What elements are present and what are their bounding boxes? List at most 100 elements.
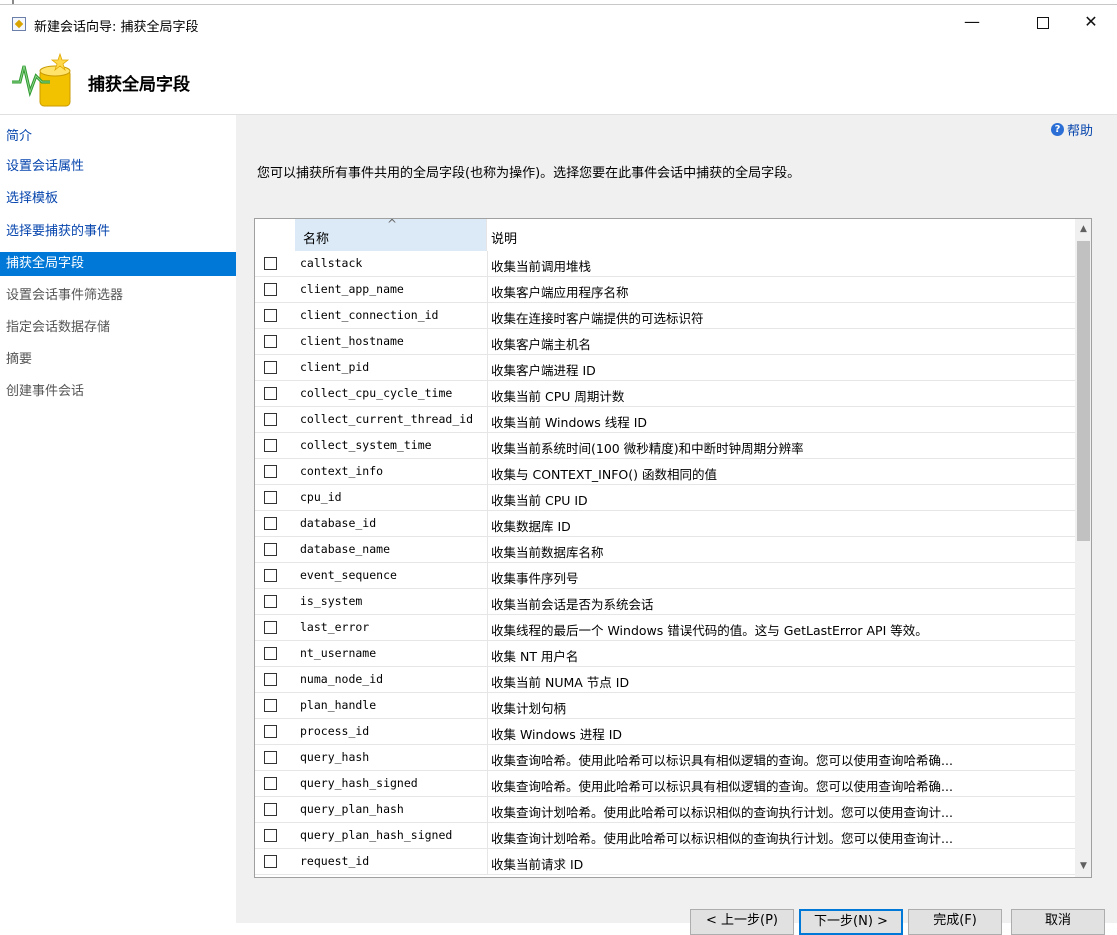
finish-button[interactable]: 完成(F)	[908, 909, 1002, 935]
column-header-name-label: 名称	[303, 232, 330, 247]
table-row[interactable]: client_app_name 收集客户端应用程序名称	[255, 277, 1075, 303]
column-header-name[interactable]: 名称 ^	[295, 219, 487, 251]
row-checkbox[interactable]	[264, 699, 277, 712]
column-divider	[487, 433, 488, 458]
column-divider	[487, 303, 488, 328]
field-description: 收集客户端进程 ID	[491, 363, 596, 378]
nav-item-select-template[interactable]: 选择模板	[0, 187, 236, 211]
field-description: 收集当前 NUMA 节点 ID	[491, 675, 630, 690]
table-row[interactable]: database_id 收集数据库 ID	[255, 511, 1075, 537]
field-description: 收集当前 CPU 周期计数	[491, 389, 625, 404]
row-checkbox[interactable]	[264, 647, 277, 660]
help-label: 帮助	[1066, 124, 1093, 139]
nav-item-intro[interactable]: 简介	[0, 125, 236, 149]
maximize-button[interactable]	[1020, 5, 1066, 39]
row-checkbox[interactable]	[264, 725, 277, 738]
table-row[interactable]: plan_handle 收集计划句柄	[255, 693, 1075, 719]
column-divider	[487, 849, 488, 874]
field-name: last_error	[300, 620, 370, 634]
row-checkbox[interactable]	[264, 829, 277, 842]
row-checkbox[interactable]	[264, 751, 277, 764]
table-row[interactable]: callstack 收集当前调用堆栈	[255, 251, 1075, 277]
row-checkbox[interactable]	[264, 569, 277, 582]
table-row[interactable]: nt_username 收集 NT 用户名	[255, 641, 1075, 667]
column-divider	[487, 589, 488, 614]
row-checkbox[interactable]	[264, 855, 277, 868]
top-edge-stub	[12, 0, 14, 4]
row-checkbox[interactable]	[264, 465, 277, 478]
row-checkbox[interactable]	[264, 257, 277, 270]
table-row[interactable]: client_hostname 收集客户端主机名	[255, 329, 1075, 355]
column-divider	[487, 641, 488, 666]
nav-item-select-events[interactable]: 选择要捕获的事件	[0, 220, 236, 244]
table-row[interactable]: event_sequence 收集事件序列号	[255, 563, 1075, 589]
nav-item-summary: 摘要	[6, 352, 33, 367]
minimize-icon: —	[964, 12, 980, 31]
vertical-scrollbar[interactable]: ▲ ▼	[1075, 219, 1091, 877]
row-checkbox[interactable]	[264, 335, 277, 348]
row-checkbox[interactable]	[264, 439, 277, 452]
row-checkbox[interactable]	[264, 309, 277, 322]
column-divider	[487, 797, 488, 822]
field-name: plan_handle	[300, 698, 377, 712]
minimize-button[interactable]: —	[949, 5, 995, 39]
column-divider	[487, 251, 488, 276]
row-checkbox[interactable]	[264, 413, 277, 426]
field-description: 收集 NT 用户名	[491, 649, 579, 664]
row-checkbox[interactable]	[264, 621, 277, 634]
table-row[interactable]: collect_system_time 收集当前系统时间(100 微秒精度)和中断…	[255, 433, 1075, 459]
table-row[interactable]: client_pid 收集客户端进程 ID	[255, 355, 1075, 381]
table-row[interactable]: query_plan_hash_signed 收集查询计划哈希。使用此哈希可以标识…	[255, 823, 1075, 849]
column-divider	[487, 693, 488, 718]
field-name: collect_current_thread_id	[300, 412, 474, 426]
field-description: 收集客户端应用程序名称	[491, 285, 629, 300]
nav-item-session-properties[interactable]: 设置会话属性	[0, 155, 236, 179]
page-description: 您可以捕获所有事件共用的全局字段(也称为操作)。选择您要在此事件会话中捕获的全局…	[257, 166, 801, 181]
row-checkbox[interactable]	[264, 543, 277, 556]
nav-item-capture-global-fields[interactable]: 捕获全局字段	[0, 252, 236, 276]
row-checkbox[interactable]	[264, 491, 277, 504]
column-divider	[487, 355, 488, 380]
table-row[interactable]: numa_node_id 收集当前 NUMA 节点 ID	[255, 667, 1075, 693]
field-description: 收集 Windows 进程 ID	[491, 727, 623, 742]
table-row[interactable]: collect_current_thread_id 收集当前 Windows 线程…	[255, 407, 1075, 433]
row-checkbox[interactable]	[264, 803, 277, 816]
row-checkbox[interactable]	[264, 595, 277, 608]
table-row[interactable]: last_error 收集线程的最后一个 Windows 错误代码的值。这与 Ge…	[255, 615, 1075, 641]
column-divider	[487, 459, 488, 484]
table-row[interactable]: process_id 收集 Windows 进程 ID	[255, 719, 1075, 745]
cancel-button[interactable]: 取消	[1011, 909, 1105, 935]
column-divider	[487, 537, 488, 562]
row-checkbox[interactable]	[264, 387, 277, 400]
table-row[interactable]: query_hash 收集查询哈希。使用此哈希可以标识具有相似逻辑的查询。您可以使…	[255, 745, 1075, 771]
field-description: 收集事件序列号	[491, 571, 579, 586]
next-button[interactable]: 下一步(N) >	[799, 909, 903, 935]
table-row[interactable]: context_info 收集与 CONTEXT_INFO() 函数相同的值	[255, 459, 1075, 485]
table-row[interactable]: query_plan_hash 收集查询计划哈希。使用此哈希可以标识相似的查询执行…	[255, 797, 1075, 823]
table-row[interactable]: collect_cpu_cycle_time 收集当前 CPU 周期计数	[255, 381, 1075, 407]
row-checkbox[interactable]	[264, 361, 277, 374]
help-link[interactable]: ? 帮助	[1050, 120, 1093, 139]
table-row[interactable]: cpu_id 收集当前 CPU ID	[255, 485, 1075, 511]
grid-header: 名称 ^ 说明	[255, 219, 1075, 251]
table-row[interactable]: client_connection_id 收集在连接时客户端提供的可选标识符	[255, 303, 1075, 329]
row-checkbox[interactable]	[264, 283, 277, 296]
row-checkbox[interactable]	[264, 673, 277, 686]
table-row[interactable]: is_system 收集当前会话是否为系统会话	[255, 589, 1075, 615]
back-button[interactable]: < 上一步(P)	[690, 909, 794, 935]
field-description: 收集当前 CPU ID	[491, 493, 588, 508]
scrollbar-thumb[interactable]	[1077, 241, 1090, 541]
app-icon	[12, 17, 26, 31]
close-button[interactable]: ✕	[1068, 5, 1114, 39]
field-name: client_app_name	[300, 282, 404, 296]
table-row[interactable]: database_name 收集当前数据库名称	[255, 537, 1075, 563]
row-checkbox[interactable]	[264, 517, 277, 530]
table-row[interactable]: query_hash_signed 收集查询哈希。使用此哈希可以标识具有相似逻辑的…	[255, 771, 1075, 797]
scroll-up-icon[interactable]: ▲	[1075, 221, 1091, 238]
scroll-down-icon[interactable]: ▼	[1075, 858, 1091, 875]
page-title: 捕获全局字段	[88, 75, 190, 95]
row-checkbox[interactable]	[264, 777, 277, 790]
field-description: 收集与 CONTEXT_INFO() 函数相同的值	[491, 467, 717, 482]
table-row[interactable]: request_id 收集当前请求 ID	[255, 849, 1075, 875]
column-header-description[interactable]: 说明	[491, 228, 517, 247]
